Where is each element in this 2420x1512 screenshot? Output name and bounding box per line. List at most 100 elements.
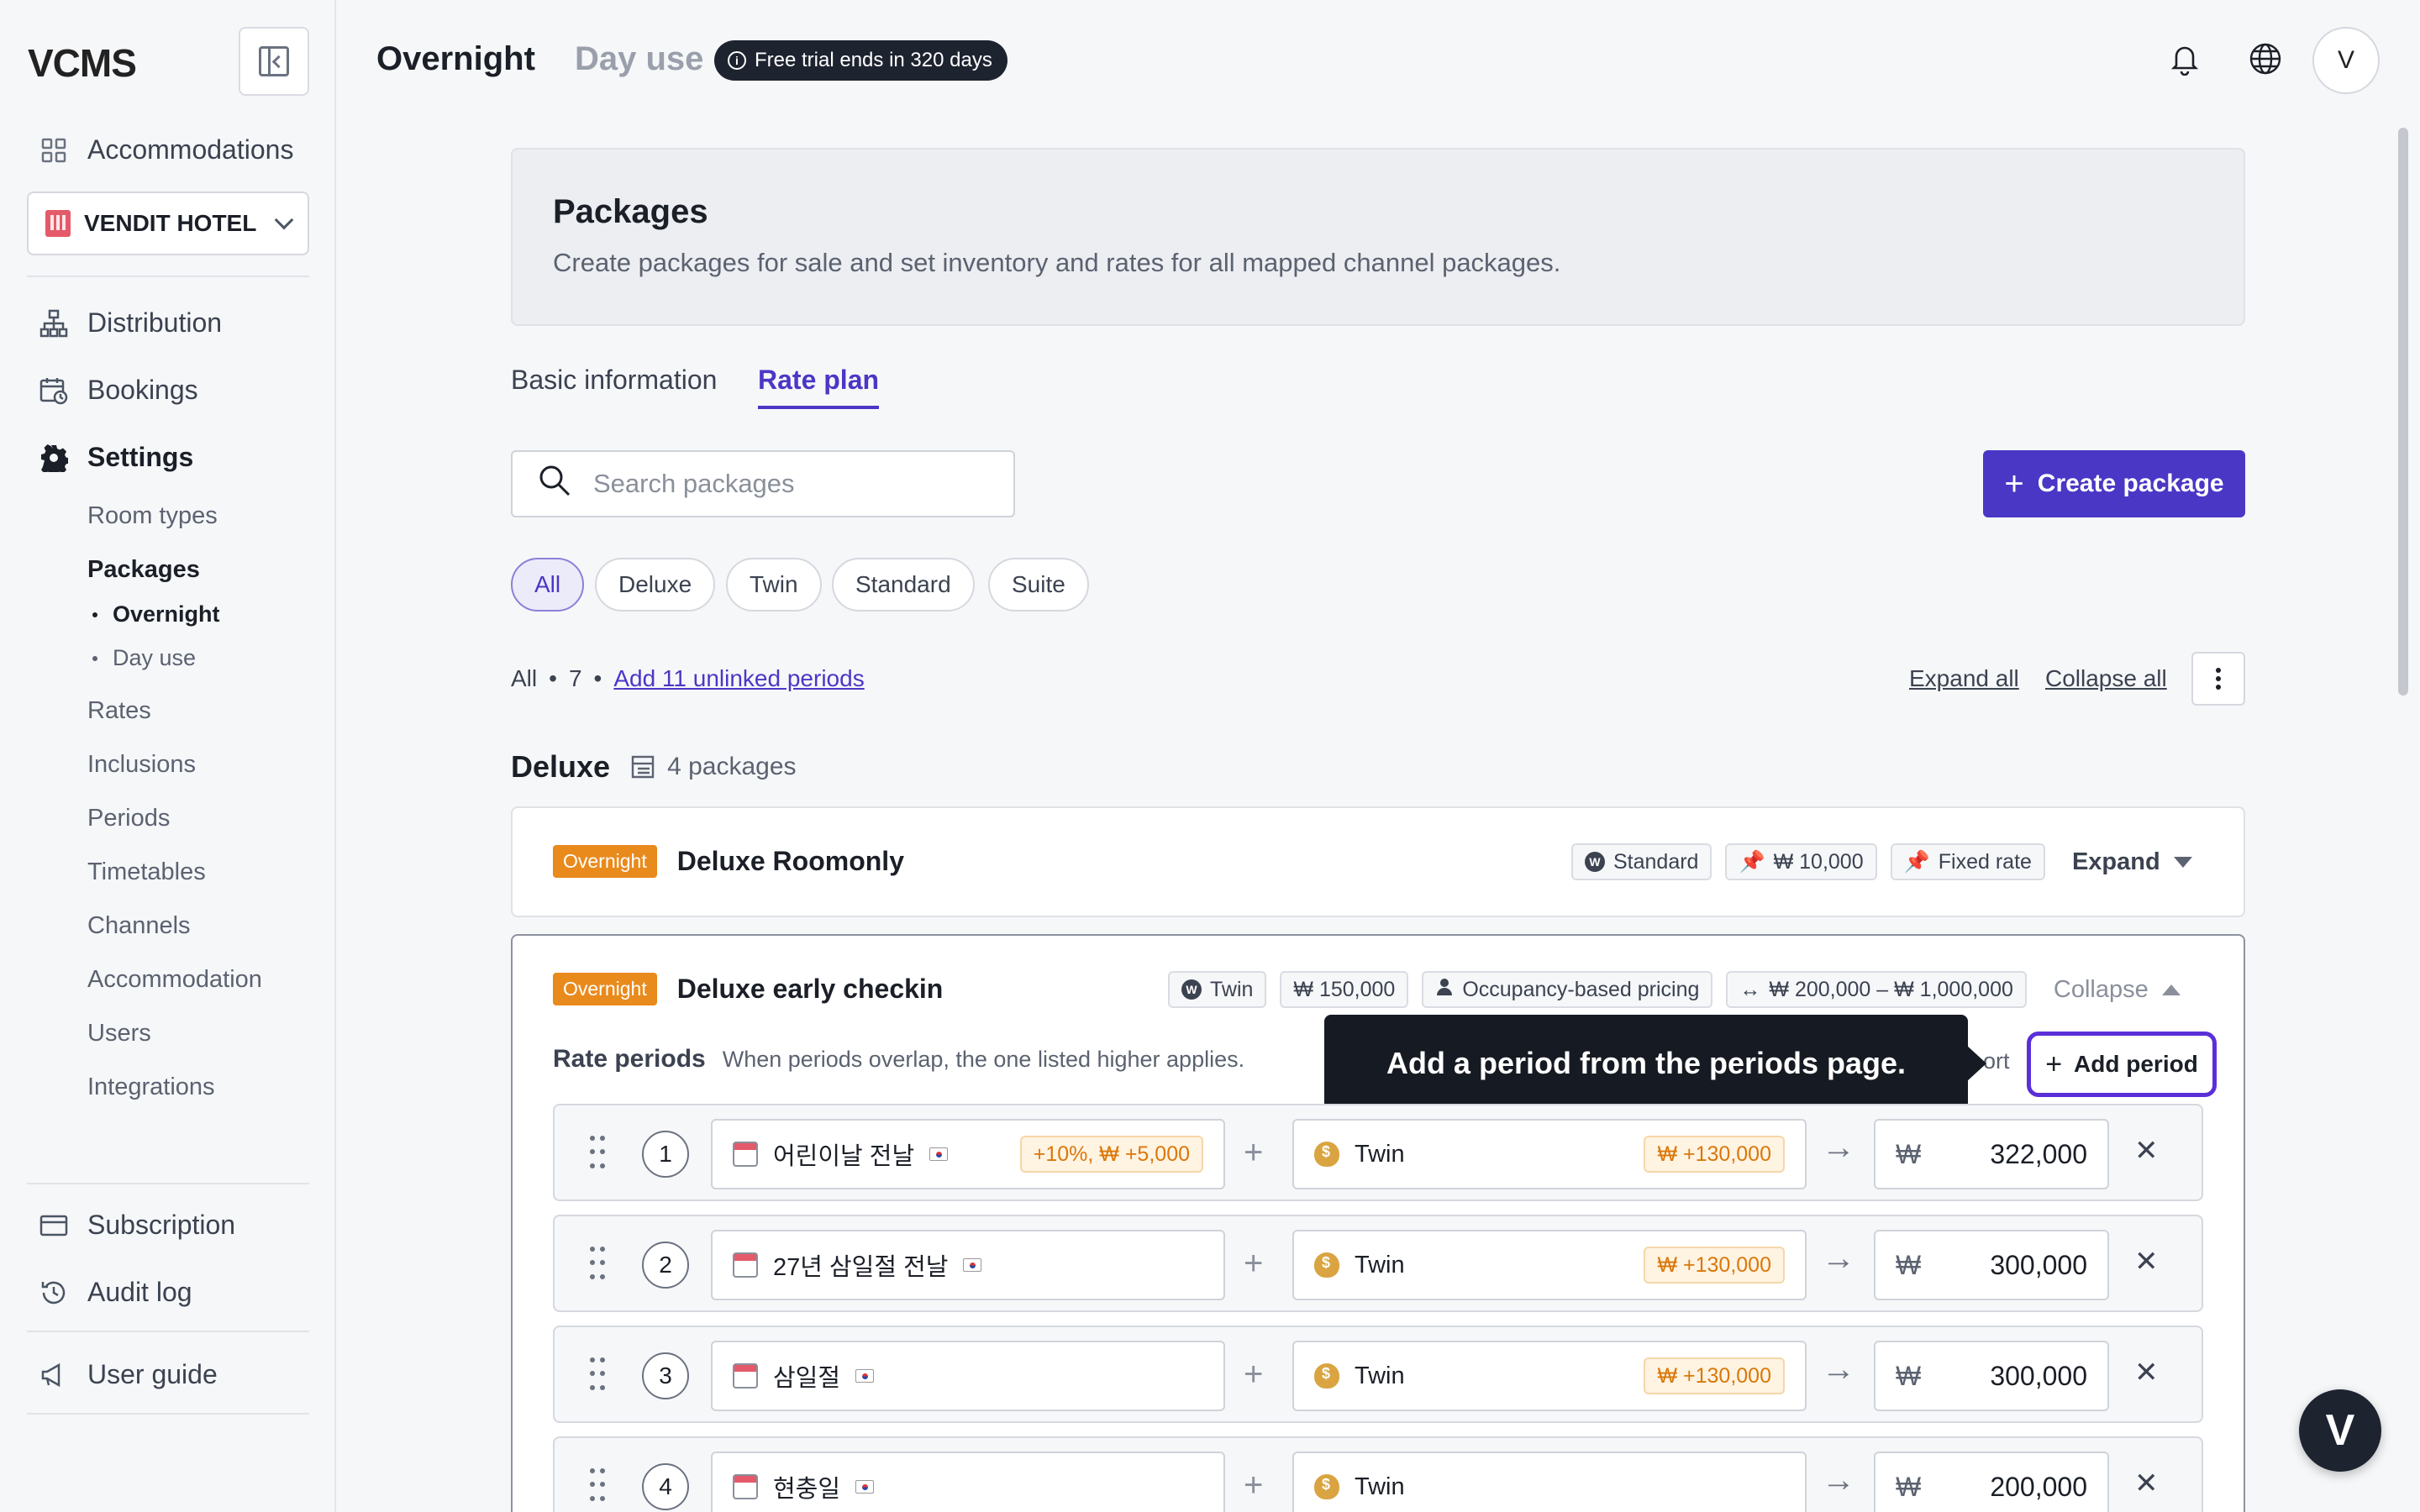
settings-timetables[interactable]: Timetables	[87, 858, 206, 886]
settings-room-types[interactable]: Room types	[87, 502, 218, 530]
korea-flag-icon	[929, 1147, 949, 1161]
nav-accommodations[interactable]: Accommodations	[39, 134, 293, 165]
hotel-select[interactable]: VENDIT HOTEL	[27, 192, 309, 255]
stack-icon	[631, 755, 655, 779]
person-icon	[1435, 978, 1454, 1002]
expand-all-link[interactable]: Expand all	[1909, 665, 2019, 692]
price-input[interactable]: ₩ 322,000	[1874, 1119, 2109, 1189]
period-row[interactable]: 1 어린이날 전날 +10%, ₩ +5,000 + Twin ₩ +130,0…	[553, 1104, 2203, 1201]
drag-handle-icon[interactable]	[590, 1247, 607, 1284]
trial-text: Free trial ends in 320 days	[755, 49, 992, 71]
packages-overnight-label: Overnight	[113, 601, 220, 627]
sitemap-icon	[39, 308, 69, 339]
nav-distribution[interactable]: Distribution	[39, 307, 222, 339]
package-name: Deluxe Roomonly	[676, 846, 904, 876]
settings-integrations[interactable]: Integrations	[87, 1074, 215, 1101]
filter-all[interactable]: All	[511, 558, 585, 612]
period-select[interactable]: 삼일절	[711, 1341, 1225, 1411]
price-input[interactable]: ₩ 300,000	[1874, 1341, 2109, 1411]
room-select[interactable]: Twin ₩ +130,000	[1292, 1230, 1807, 1300]
header-tab-overnight[interactable]: Overnight	[376, 40, 535, 78]
expand-toggle[interactable]: Expand	[2072, 848, 2192, 876]
package-type-badge: Overnight	[553, 845, 657, 878]
nav-settings[interactable]: Settings	[39, 442, 193, 473]
settings-rates[interactable]: Rates	[87, 697, 151, 725]
packages-day-use[interactable]: Day use	[92, 645, 196, 671]
nav-user-guide[interactable]: User guide	[39, 1359, 218, 1390]
sidebar-collapse-button[interactable]	[239, 27, 309, 96]
tag-room-type: W Standard	[1571, 843, 1712, 880]
pin-icon: 📌	[1903, 849, 1930, 874]
nav-bookings[interactable]: Bookings	[39, 375, 198, 406]
package-tags: W Standard 📌 ₩ 10,000 📌 Fixed rate Expand	[1571, 843, 2192, 880]
header-tab-day-use[interactable]: Day use	[575, 40, 703, 78]
price-input[interactable]: ₩ 200,000	[1874, 1452, 2109, 1512]
history-icon	[39, 1278, 69, 1308]
collapse-label: Collapse	[2053, 975, 2149, 1003]
search-input[interactable]: Search packages	[511, 450, 1015, 517]
add-period-button[interactable]: + Add period	[2027, 1032, 2217, 1097]
room-select[interactable]: Twin	[1292, 1452, 1807, 1512]
filter-deluxe[interactable]: Deluxe	[595, 558, 716, 612]
globe-icon[interactable]	[2245, 39, 2286, 79]
period-index: 1	[642, 1131, 689, 1178]
settings-accommodation[interactable]: Accommodation	[87, 966, 262, 994]
filter-standard[interactable]: Standard	[832, 558, 975, 612]
settings-inclusions[interactable]: Inclusions	[87, 751, 196, 779]
drag-handle-icon[interactable]	[590, 1357, 607, 1394]
bell-icon[interactable]	[2165, 39, 2205, 79]
money-bag-icon	[1314, 1474, 1339, 1499]
korea-flag-icon	[963, 1258, 982, 1272]
tab-rate-plan[interactable]: Rate plan	[758, 365, 880, 409]
collapse-all-link[interactable]: Collapse all	[2045, 665, 2167, 692]
room-select[interactable]: Twin ₩ +130,000	[1292, 1341, 1807, 1411]
period-select[interactable]: 27년 삼일절 전날	[711, 1230, 1225, 1300]
drag-handle-icon[interactable]	[590, 1468, 607, 1505]
collapse-toggle[interactable]: Collapse	[2054, 976, 2181, 1004]
floating-support-button[interactable]: V	[2299, 1389, 2381, 1472]
period-select[interactable]: 어린이날 전날 +10%, ₩ +5,000	[711, 1119, 1225, 1189]
app-logo[interactable]: VCMS	[28, 40, 137, 86]
plus-icon: +	[2045, 1047, 2063, 1080]
period-row[interactable]: 2 27년 삼일절 전날 + Twin ₩ +130,000 → ₩ 300,0…	[553, 1215, 2203, 1312]
plus-icon: +	[1244, 1467, 1264, 1504]
room-select[interactable]: Twin ₩ +130,000	[1292, 1119, 1807, 1189]
period-row[interactable]: 4 현충일 + Twin → ₩ 200,000 ✕	[553, 1436, 2203, 1512]
arrow-right-icon: →	[1822, 1129, 1855, 1166]
period-row[interactable]: 3 삼일절 + Twin ₩ +130,000 → ₩ 300,000 ✕	[553, 1326, 2203, 1423]
period-select[interactable]: 현충일	[711, 1452, 1225, 1512]
calendar-clock-icon	[39, 375, 69, 406]
close-icon[interactable]: ✕	[2134, 1245, 2159, 1278]
tab-basic-information[interactable]: Basic information	[511, 365, 717, 396]
settings-users[interactable]: Users	[87, 1020, 151, 1047]
create-package-button[interactable]: + Create package	[1983, 450, 2245, 517]
tag-price: ₩ 150,000	[1280, 971, 1409, 1008]
avatar[interactable]: V	[2312, 27, 2380, 94]
settings-periods[interactable]: Periods	[87, 805, 170, 832]
settings-packages[interactable]: Packages	[87, 556, 200, 584]
nav-audit-log[interactable]: Audit log	[39, 1277, 192, 1308]
scrollbar-thumb[interactable]	[2398, 128, 2408, 696]
add-unlinked-periods-link[interactable]: Add 11 unlinked periods	[613, 665, 864, 692]
nav-label: Distribution	[87, 307, 223, 338]
separator-dot: •	[549, 665, 557, 691]
intro-panel: Packages Create packages for sale and se…	[511, 148, 2245, 326]
package-card[interactable]: Overnight Deluxe Roomonly W Standard 📌 ₩ 1…	[511, 806, 2245, 917]
filter-twin[interactable]: Twin	[726, 558, 822, 612]
price-value: 200,000	[1990, 1471, 2087, 1502]
nav-subscription[interactable]: Subscription	[39, 1210, 235, 1241]
filter-suite[interactable]: Suite	[988, 558, 1089, 612]
more-options-button[interactable]	[2191, 652, 2245, 706]
close-icon[interactable]: ✕	[2134, 1356, 2159, 1389]
sort-button[interactable]: ort	[1983, 1048, 2010, 1074]
packages-overnight[interactable]: Overnight	[92, 601, 220, 627]
settings-channels[interactable]: Channels	[87, 912, 191, 940]
price-input[interactable]: ₩ 300,000	[1874, 1230, 2109, 1300]
drag-handle-icon[interactable]	[590, 1136, 607, 1173]
close-icon[interactable]: ✕	[2134, 1467, 2159, 1500]
info-icon: i	[728, 51, 746, 70]
close-icon[interactable]: ✕	[2134, 1134, 2159, 1168]
rate-periods-header: Rate periods When periods overlap, the o…	[553, 1045, 1244, 1074]
range-arrows-icon: ↔	[1739, 977, 1761, 1001]
group-count-label: 4 packages	[667, 753, 797, 780]
